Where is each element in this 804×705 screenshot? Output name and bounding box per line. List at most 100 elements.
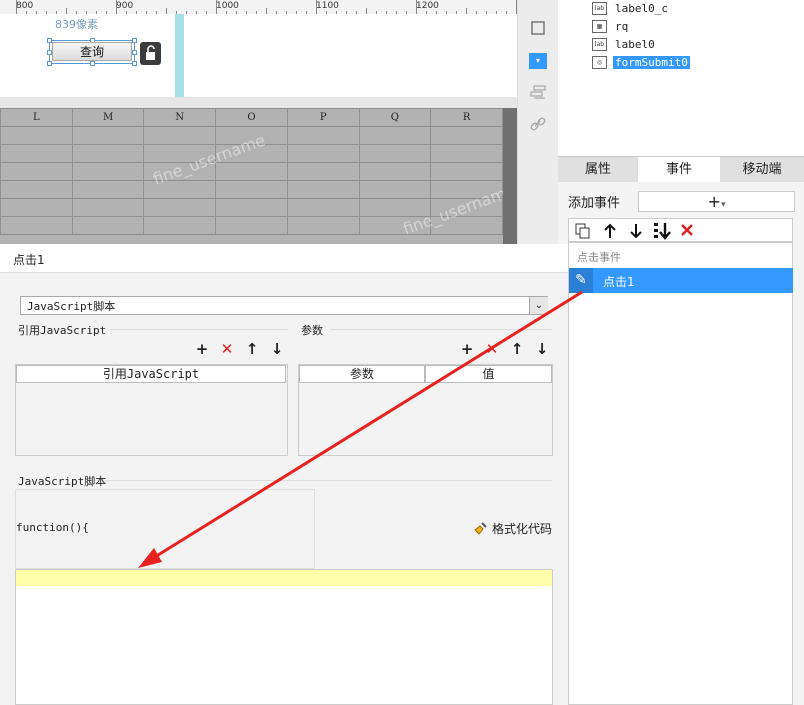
grid-cell[interactable] [286, 180, 360, 199]
tab-mobile[interactable]: 移动端 [720, 157, 804, 183]
grid-cell[interactable] [0, 144, 73, 163]
arrow-down-icon[interactable]: ↓ [535, 342, 549, 357]
grid-cell[interactable] [358, 162, 432, 181]
grid-cell[interactable] [286, 144, 360, 163]
grid-cell[interactable] [286, 162, 360, 181]
resize-handle[interactable] [132, 38, 137, 43]
tree-item[interactable]: ▦ rq [592, 18, 630, 34]
ruler-tick [416, 0, 417, 14]
function-signature: function(){ [16, 521, 89, 534]
resize-handle[interactable] [47, 61, 52, 66]
grid-cell[interactable] [430, 126, 503, 145]
grid-cell[interactable] [215, 162, 288, 181]
grid-cell[interactable] [358, 126, 432, 145]
grid-cell[interactable] [215, 198, 288, 217]
column-header[interactable]: L [0, 108, 73, 127]
grid-cell[interactable] [143, 216, 217, 235]
tree-item-label: rq [615, 19, 629, 33]
grid-cell[interactable] [71, 144, 145, 163]
grid-cell[interactable] [0, 162, 73, 181]
ruler-label: 1000 [216, 1, 239, 11]
grid-cell[interactable] [71, 162, 145, 181]
layer-icon[interactable] [529, 84, 547, 100]
column-header[interactable]: Q [358, 108, 432, 127]
grid-cell[interactable] [286, 126, 360, 145]
grid-cell[interactable] [71, 180, 145, 199]
grid-cell[interactable] [358, 144, 432, 163]
tab-events[interactable]: 事件 [638, 157, 720, 183]
arrow-up-icon[interactable] [603, 223, 617, 239]
ruler-tick [216, 0, 217, 14]
arrow-up-icon[interactable]: ↑ [245, 342, 259, 357]
column-header[interactable]: O [215, 108, 288, 127]
tree-item[interactable]: lab label0_c [592, 0, 670, 16]
ruler-tick [16, 0, 17, 14]
grid-cell[interactable] [215, 216, 288, 235]
grid-cell[interactable] [143, 198, 217, 217]
divider [330, 329, 552, 330]
column-header[interactable]: N [143, 108, 217, 127]
event-editor-header [0, 244, 568, 273]
edit-icon[interactable]: ✎ [569, 268, 593, 293]
delete-icon[interactable]: ✕ [220, 342, 234, 357]
format-code-button[interactable]: 格式化代码 [472, 520, 552, 537]
grid-cell[interactable] [0, 180, 73, 199]
grid-cell[interactable] [286, 216, 360, 235]
grid-cell[interactable] [0, 198, 73, 217]
form-submit-icon: ◎ [592, 55, 607, 69]
chevron-down-icon: ▾ [720, 200, 726, 210]
event-list-header: 点击事件 [577, 251, 621, 264]
grid-cell[interactable] [71, 216, 145, 235]
params-section-label: 参数 [301, 324, 323, 337]
grid-cell[interactable] [71, 126, 145, 145]
divider [110, 329, 288, 330]
grid-cell[interactable] [143, 126, 217, 145]
tab-properties[interactable]: 属性 [558, 157, 638, 183]
column-header[interactable]: P [286, 108, 360, 127]
link-icon[interactable] [529, 116, 547, 132]
query-button[interactable]: 查询 [52, 42, 132, 61]
grid-row[interactable] [0, 162, 503, 181]
arrow-down-icon[interactable] [629, 223, 643, 239]
grid-cell[interactable] [0, 126, 73, 145]
grid-scrollbar[interactable] [503, 108, 517, 244]
resize-handle[interactable] [132, 50, 137, 55]
event-list [568, 242, 793, 705]
grid-cell[interactable] [286, 198, 360, 217]
tree-item[interactable]: lab label0 [592, 36, 657, 52]
event-item-label: 点击1 [603, 275, 635, 289]
grid-cell[interactable] [430, 162, 503, 181]
unlock-icon[interactable] [140, 42, 161, 65]
horizontal-ruler: 800 900 1000 1100 1200 [0, 0, 517, 15]
square-icon[interactable] [529, 20, 547, 36]
dropdown-widget-icon[interactable]: ▾ [529, 53, 547, 69]
delete-icon[interactable] [680, 223, 694, 237]
add-icon[interactable]: + [195, 342, 209, 357]
arrow-down-icon[interactable]: ↓ [270, 342, 284, 357]
ruler-label: 800 [16, 1, 34, 11]
chevron-down-icon[interactable]: ⌄ [529, 297, 548, 314]
resize-handle[interactable] [132, 61, 137, 66]
grid-cell[interactable] [215, 180, 288, 199]
column-header[interactable]: R [430, 108, 503, 127]
label-icon: lab [592, 1, 607, 15]
grid-cell[interactable] [430, 144, 503, 163]
delete-icon[interactable]: ✕ [485, 342, 499, 357]
grid-cell[interactable] [358, 180, 432, 199]
grid-row[interactable] [0, 180, 503, 199]
canvas-blank-area[interactable] [184, 14, 517, 97]
add-icon[interactable]: + [460, 342, 474, 357]
grid-header-row: L M N O P Q R [0, 108, 503, 127]
add-event-dropdown[interactable]: +▾ [638, 191, 795, 212]
code-editor[interactable] [15, 569, 553, 705]
component-tree: lab label0_c ▦ rq lab label0 ◎ formSubmi… [558, 0, 804, 156]
tree-item-selected[interactable]: ◎ formSubmit0 [592, 54, 690, 70]
copy-icon[interactable] [575, 223, 591, 239]
move-to-bottom-icon[interactable] [653, 222, 671, 240]
grid-cell[interactable] [71, 198, 145, 217]
active-line-highlight[interactable] [16, 570, 552, 586]
grid-cell[interactable] [0, 216, 73, 235]
ruler-label: 1200 [416, 1, 439, 11]
arrow-up-icon[interactable]: ↑ [510, 342, 524, 357]
column-header[interactable]: M [71, 108, 145, 127]
